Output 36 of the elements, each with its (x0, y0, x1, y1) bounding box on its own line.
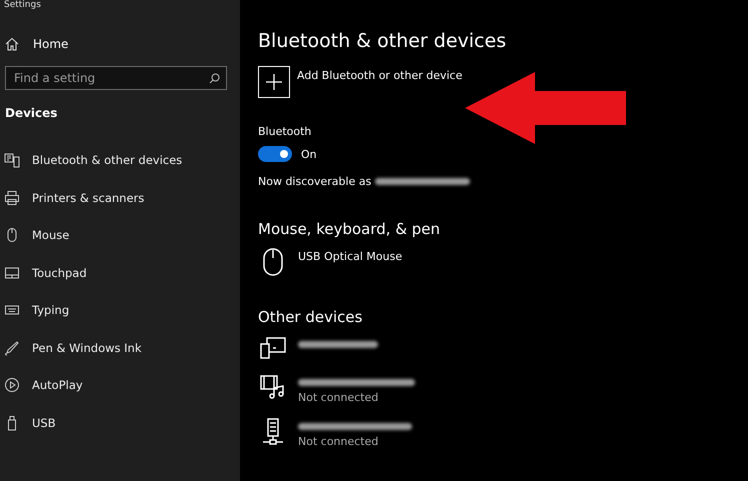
sidebar-item[interactable]: Bluetooth & other devices (0, 151, 240, 169)
device-status: Not connected (298, 391, 380, 404)
pen-icon (4, 340, 20, 356)
discoverable-text: Now discoverable as (258, 175, 372, 188)
play-icon (4, 377, 20, 393)
sidebar-item[interactable]: Touchpad (0, 264, 240, 282)
add-device-label[interactable]: Add Bluetooth or other device (297, 69, 462, 82)
add-device-button[interactable] (258, 66, 290, 98)
bluetooth-toggle[interactable] (258, 146, 292, 162)
devices-icon (4, 152, 20, 168)
search-icon (209, 72, 220, 84)
toggle-state-text: On (301, 148, 317, 160)
section-heading: Other devices (258, 308, 364, 326)
sidebar-item[interactable]: Typing (0, 301, 240, 319)
sidebar-item[interactable]: USB (0, 414, 240, 432)
bluetooth-label: Bluetooth (258, 125, 312, 138)
network-device-icon (261, 418, 285, 446)
film-music-icon (259, 374, 287, 400)
device-name[interactable]: USB Optical Mouse (298, 250, 402, 263)
monitor-phone-icon (259, 336, 287, 360)
search-field[interactable]: Find a setting (5, 66, 227, 90)
window-title: Settings (3, 0, 42, 10)
sidebar-item[interactable]: AutoPlay (0, 376, 240, 394)
section-heading: Devices (5, 106, 58, 122)
mouse-icon (262, 248, 284, 276)
sidebar-item[interactable]: Mouse (0, 226, 240, 244)
home-link[interactable]: Home (5, 35, 240, 53)
device-status: Not connected (298, 435, 380, 448)
plus-icon (266, 74, 282, 90)
sidebar-item[interactable]: Pen & Windows Ink (0, 338, 240, 356)
touchpad-icon (4, 264, 20, 280)
home-icon (5, 37, 19, 51)
section-heading: Mouse, keyboard, & pen (258, 220, 442, 238)
page-title: Bluetooth & other devices (258, 30, 508, 54)
sidebar-item[interactable]: Printers & scanners (0, 188, 240, 206)
printer-icon (4, 190, 20, 206)
